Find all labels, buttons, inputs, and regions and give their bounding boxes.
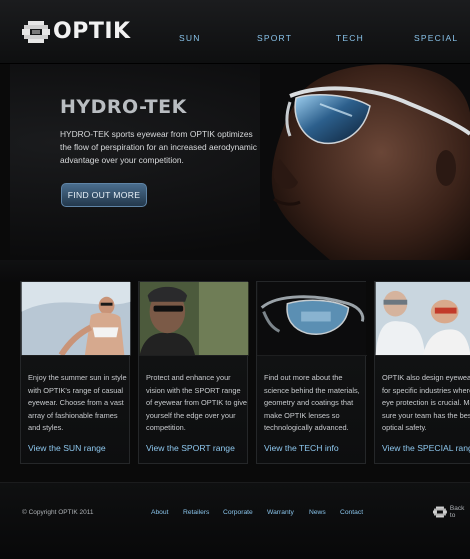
hero-banner: HYDRO-TEK HYDRO-TEK sports eyewear from …	[10, 64, 470, 260]
tile-line: competition.	[146, 423, 186, 433]
tile-line: eye protection is crucial. Make	[382, 398, 470, 408]
tile-line: Find out more about the	[264, 373, 343, 382]
tile-line: optical safety.	[382, 423, 427, 433]
view-sun-range-link[interactable]: View the SUN range	[28, 443, 106, 453]
special-tile: OPTIK also design eyewear for specific i…	[374, 281, 470, 464]
back-to-top-label: Back to	[449, 505, 465, 519]
optik-logo-icon	[22, 21, 50, 43]
tech-thumbnail-image	[257, 282, 367, 356]
hero-title: HYDRO-TEK	[60, 96, 187, 118]
tile-line: array of fashionable frames	[28, 410, 118, 420]
hero-description: HYDRO-TEK sports eyewear from OPTIK opti…	[60, 129, 257, 165]
footer-link-retailers[interactable]: Retailers	[183, 509, 209, 516]
site-header: OPTIK SUN SPORT TECH SPECIAL	[0, 0, 470, 64]
sun-thumbnail-image	[21, 282, 131, 356]
section-divider	[0, 260, 470, 282]
special-thumbnail-image	[375, 282, 470, 356]
back-to-top-link[interactable]: Back to	[433, 505, 470, 519]
sport-tile: Protect and enhance your vision with the…	[138, 281, 250, 464]
nav-sport[interactable]: SPORT	[257, 33, 292, 43]
view-tech-info-link[interactable]: View the TECH info	[264, 443, 339, 453]
optik-logo-icon	[433, 506, 447, 518]
view-sport-range-link[interactable]: View the SPORT range	[146, 443, 235, 453]
tile-line: for specific industries where	[382, 385, 470, 395]
tile-line: with OPTIK's range of casual	[28, 385, 124, 395]
tile-line: Protect and enhance your	[146, 373, 231, 382]
tile-line: geometry and coatings that	[264, 398, 354, 408]
sport-thumbnail-image	[139, 282, 249, 356]
tile-line: and styles.	[28, 423, 64, 433]
find-out-more-button[interactable]: FIND OUT MORE	[61, 183, 147, 207]
tile-line: of eyewear from OPTIK to give	[146, 398, 248, 408]
footer-link-warranty[interactable]: Warranty	[267, 509, 294, 516]
sun-tile: Enjoy the summer sun in style with OPTIK…	[20, 281, 132, 464]
copyright-text: © Copyright OPTIK 2011	[22, 509, 94, 516]
tech-tile-description: Find out more about the science behind t…	[264, 372, 368, 435]
sun-tile-description: Enjoy the summer sun in style with OPTIK…	[28, 372, 132, 435]
nav-tech[interactable]: TECH	[336, 33, 364, 43]
tile-line: make OPTIK lenses so	[264, 410, 340, 420]
tile-line: technologically advanced.	[264, 423, 349, 433]
sport-tile-description: Protect and enhance your vision with the…	[146, 372, 250, 435]
nav-special[interactable]: SPECIAL	[414, 33, 458, 43]
tech-tile: Find out more about the science behind t…	[256, 281, 368, 464]
tile-line: science behind the materials,	[264, 385, 360, 395]
site-footer: © Copyright OPTIK 2011 About Retailers C…	[0, 482, 470, 559]
tile-line: sure your team has the best	[382, 410, 470, 420]
tile-line: yourself the edge over your	[146, 410, 236, 420]
footer-link-contact[interactable]: Contact	[340, 509, 363, 516]
tile-line: OPTIK also design eyewear	[382, 373, 470, 382]
logo[interactable]: OPTIK	[22, 18, 131, 46]
special-tile-description: OPTIK also design eyewear for specific i…	[382, 372, 470, 435]
tile-line: Enjoy the summer sun in style	[28, 373, 127, 382]
tile-line: eyewear. Choose from a vast	[28, 398, 124, 408]
brand-name: OPTIK	[53, 19, 131, 44]
athlete-sunglasses-image	[260, 64, 470, 260]
footer-link-news[interactable]: News	[309, 509, 326, 516]
footer-link-about[interactable]: About	[151, 509, 168, 516]
footer-link-corporate[interactable]: Corporate	[223, 509, 253, 516]
nav-sun[interactable]: SUN	[179, 33, 201, 43]
tile-line: vision with the SPORT range	[146, 385, 241, 395]
view-special-range-link[interactable]: View the SPECIAL range	[382, 443, 470, 453]
